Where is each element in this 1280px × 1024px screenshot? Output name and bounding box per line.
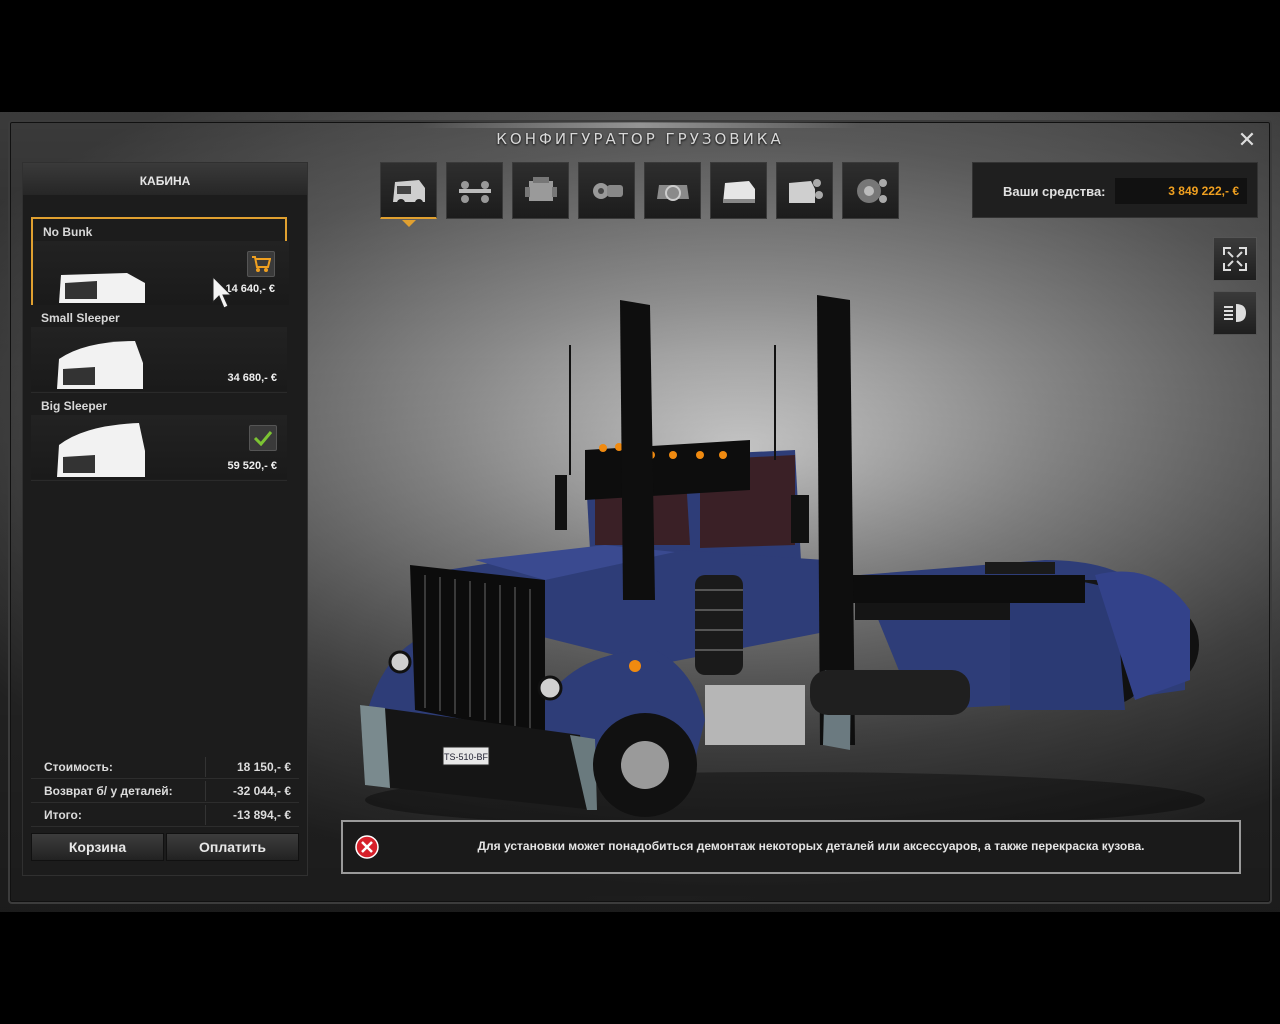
cab-big-sleeper-thumbnail [57,423,145,477]
close-button[interactable]: ✕ [1236,130,1258,152]
summary-row-refund: Возврат б/ у деталей: -32 044,- € [31,779,299,803]
pay-button[interactable]: Оплатить [166,833,299,861]
part-name: Small Sleeper [41,311,120,325]
checkmark-icon [249,425,277,451]
funds-label: Ваши средства: [1003,184,1106,199]
letterbox-top [0,0,1280,112]
mouse-cursor-icon [212,276,233,309]
bottom-glow [550,896,790,901]
summary-row-total: Итого: -13 894,- € [31,803,299,827]
cab-small-sleeper-thumbnail [57,341,143,389]
summary-divider [205,757,206,777]
refund-label: Возврат б/ у деталей: [44,784,173,798]
install-notice: Для установки может понадобиться демонта… [341,820,1241,874]
lights-icon [1224,304,1246,322]
cabin-icon [392,180,425,207]
chassis-icon [458,180,491,203]
accessories-icon [788,178,823,203]
total-label: Итого: [44,808,82,822]
tab-cabin[interactable] [380,162,437,219]
parts-panel: КАБИНА No Bunk 14 640,- € Small Sleeper … [22,162,308,876]
tab-paint[interactable] [710,162,767,219]
tab-chassis[interactable] [446,162,503,219]
summary-row-cost: Стоимость: 18 150,- € [31,755,299,779]
category-tabs [380,162,899,220]
active-tab-pointer [402,220,416,227]
summary-divider [205,781,206,801]
cart-icon[interactable] [247,251,275,277]
error-icon [355,835,379,859]
part-name: No Bunk [43,225,93,239]
lights-button[interactable] [1213,291,1257,335]
truck-model[interactable]: TS-510-BF [355,290,1205,830]
part-price: 34 680,- € [227,372,277,384]
total-value: -13 894,- € [232,808,291,822]
letterbox-bottom [0,912,1280,1024]
fullscreen-button[interactable] [1213,237,1257,281]
tab-engine[interactable] [512,162,569,219]
part-item-big-sleeper[interactable]: Big Sleeper 59 520,- € [31,393,287,481]
part-item-no-bunk[interactable]: No Bunk 14 640,- € [31,217,289,305]
engine-icon [524,176,557,201]
funds-value: 3 849 222,- € [1115,178,1247,204]
parts-list: No Bunk 14 640,- € Small Sleeper 34 680,… [31,217,289,481]
wheels-icon [856,178,887,203]
interior-icon [656,184,689,201]
tab-interior[interactable] [644,162,701,219]
cost-summary: Стоимость: 18 150,- € Возврат б/ у детал… [31,755,299,827]
tab-transmission[interactable] [578,162,635,219]
fullscreen-icon [1223,247,1247,271]
refund-value: -32 044,- € [232,784,291,798]
summary-divider [205,805,206,825]
tab-accessories[interactable] [776,162,833,219]
notice-text: Для установки может понадобиться демонта… [477,839,1145,853]
cost-label: Стоимость: [44,760,113,774]
cost-value: 18 150,- € [236,760,291,774]
panel-header: КАБИНА [23,163,307,195]
transmission-icon [592,182,623,199]
window-title: КОНФИГУРАТОР ГРУЗОВИКА [496,130,784,148]
cart-button[interactable]: Корзина [31,833,164,861]
part-price: 59 520,- € [227,460,277,472]
funds-panel: Ваши средства: 3 849 222,- € [972,162,1258,218]
cab-no-bunk-thumbnail [59,273,145,303]
title-glow [420,122,860,128]
part-name: Big Sleeper [41,399,108,413]
part-item-small-sleeper[interactable]: Small Sleeper 34 680,- € [31,305,287,393]
license-plate: TS-510-BF [444,752,489,762]
tab-wheels[interactable] [842,162,899,219]
paint-icon [722,180,755,203]
